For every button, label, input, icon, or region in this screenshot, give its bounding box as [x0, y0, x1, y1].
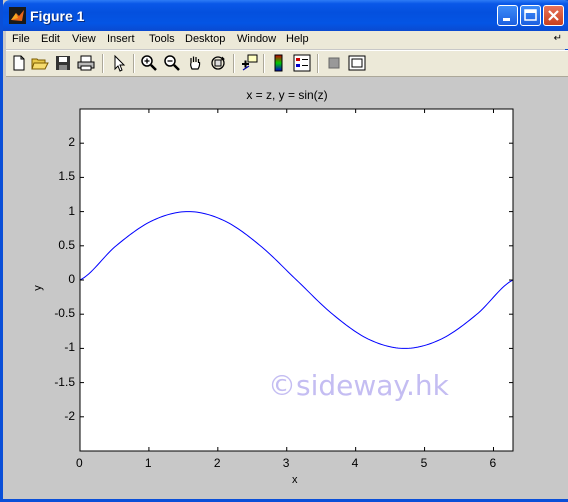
- toolbar: [6, 50, 568, 77]
- minimize-button[interactable]: [497, 5, 518, 26]
- menu-file[interactable]: File: [12, 33, 30, 45]
- show-plot-tools-icon[interactable]: [348, 54, 366, 72]
- x-tick-label: 3: [282, 456, 290, 470]
- toolbar-separator: [102, 54, 104, 73]
- x-tick-label: 1: [144, 456, 152, 470]
- watermark: ©sideway.hk: [268, 369, 449, 402]
- x-tick-label: 0: [76, 456, 83, 470]
- x-tick-label: 6: [489, 456, 497, 470]
- x-tick-label: 5: [420, 456, 428, 470]
- print-icon[interactable]: [77, 54, 95, 72]
- y-tick-label: 1.5: [58, 169, 75, 184]
- y-tick-label: 0: [68, 272, 75, 286]
- new-file-icon[interactable]: [10, 54, 28, 72]
- legend-icon[interactable]: [293, 54, 311, 72]
- toolbar-separator: [317, 54, 319, 73]
- save-icon[interactable]: [54, 54, 72, 72]
- toolbar-separator: [133, 54, 135, 73]
- maximize-button[interactable]: [520, 5, 541, 26]
- menu-desktop[interactable]: Desktop: [185, 33, 225, 45]
- menu-tools[interactable]: Tools: [149, 33, 175, 45]
- x-axis-label: x: [292, 474, 298, 486]
- figure-window: Figure 1 File Edit View Insert Tools Des…: [0, 0, 568, 502]
- pointer-icon[interactable]: [110, 54, 128, 72]
- y-tick-label: -1.5: [54, 374, 75, 389]
- y-tick-label: -1: [64, 340, 75, 355]
- x-tick-label: 4: [351, 456, 359, 470]
- dock-arrow-icon[interactable]: ↵: [554, 33, 562, 44]
- close-icon: [548, 10, 559, 21]
- y-tick-label: 2: [68, 135, 75, 150]
- hide-plot-tools-icon[interactable]: [325, 54, 343, 72]
- rotate-3d-icon[interactable]: [209, 54, 227, 72]
- data-cursor-icon[interactable]: [240, 54, 258, 72]
- zoom-in-icon[interactable]: [140, 54, 158, 72]
- y-tick-label: 1: [68, 203, 75, 218]
- axes[interactable]: [6, 77, 568, 499]
- minimize-icon: [503, 18, 510, 21]
- title-bar[interactable]: Figure 1: [3, 0, 568, 31]
- menu-view[interactable]: View: [72, 33, 96, 45]
- y-tick-label: 0.5: [58, 237, 75, 252]
- menu-insert[interactable]: Insert: [107, 33, 135, 45]
- x-tick-label: 2: [213, 456, 221, 470]
- y-axis-label: y: [31, 285, 44, 291]
- menu-help[interactable]: Help: [286, 33, 309, 45]
- pan-hand-icon[interactable]: [186, 54, 204, 72]
- menu-edit[interactable]: Edit: [41, 33, 60, 45]
- zoom-out-icon[interactable]: [163, 54, 181, 72]
- y-tick-label: -0.5: [54, 306, 75, 321]
- window-title: Figure 1: [30, 8, 85, 24]
- y-tick-label: -2: [64, 408, 75, 423]
- maximize-icon: [524, 9, 537, 21]
- toolbar-separator: [263, 54, 265, 73]
- menu-bar: File Edit View Insert Tools Desktop Wind…: [6, 31, 568, 49]
- colorbar-icon[interactable]: [270, 54, 288, 72]
- figure-canvas[interactable]: x = z, y = sin(z) 0 1 2 3 4 5 6 -2 -1.5 -1 -0.5 0 0.…: [6, 77, 568, 499]
- menu-window[interactable]: Window: [237, 33, 276, 45]
- matlab-logo-icon: [9, 7, 26, 24]
- toolbar-separator: [233, 54, 235, 73]
- close-button[interactable]: [543, 5, 564, 26]
- open-folder-icon[interactable]: [31, 54, 49, 72]
